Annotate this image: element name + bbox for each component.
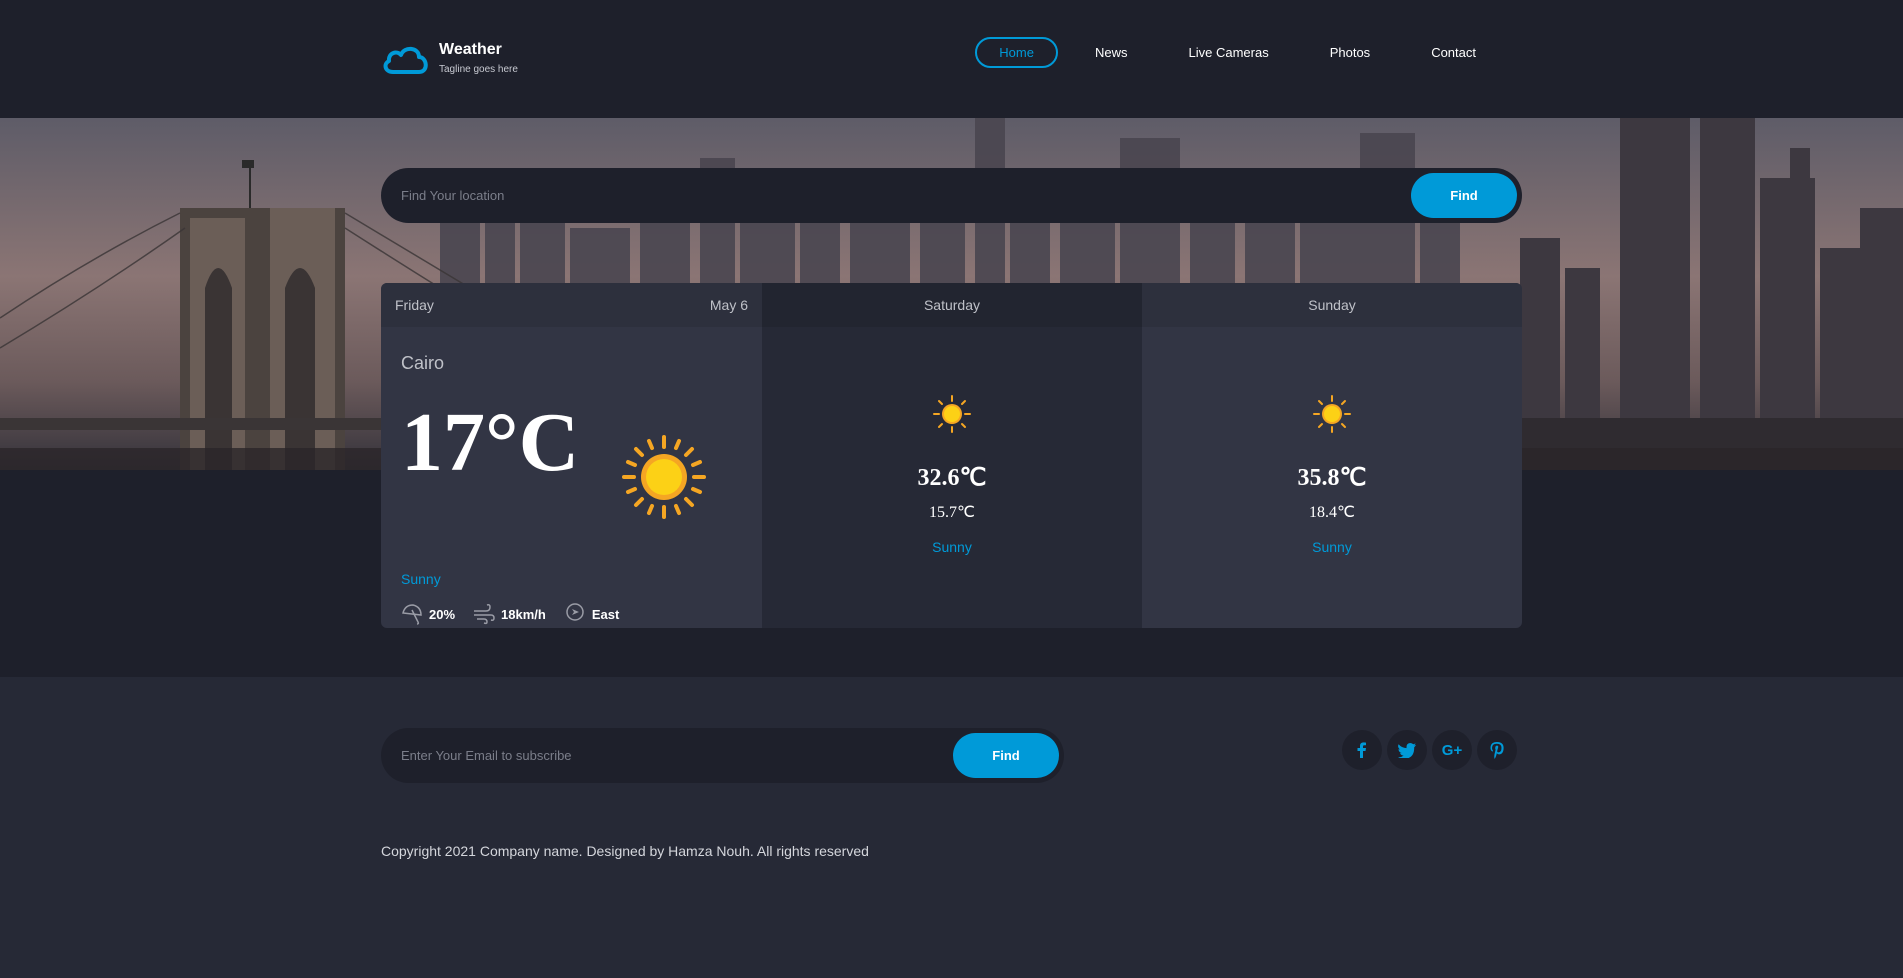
current-temperature: 17°C bbox=[401, 396, 580, 489]
sun-icon bbox=[933, 395, 971, 433]
email-subscribe-input[interactable] bbox=[381, 748, 953, 763]
today-forecast-card: Friday May 6 Cairo 17°C Sunny 20% 18km/h… bbox=[381, 283, 762, 628]
sun-icon bbox=[1313, 395, 1351, 433]
sunday-max-temp: 35.8℃ bbox=[1297, 465, 1367, 491]
today-condition: Sunny bbox=[401, 571, 441, 587]
subscribe-button[interactable]: Find bbox=[953, 733, 1059, 778]
facebook-icon[interactable] bbox=[1342, 730, 1382, 770]
today-day: Friday bbox=[395, 297, 434, 313]
rain-value: 20% bbox=[429, 606, 456, 622]
google-plus-icon[interactable]: G+ bbox=[1432, 730, 1472, 770]
direction-stat: East bbox=[564, 603, 619, 625]
saturday-condition: Sunny bbox=[932, 539, 972, 555]
wind-value: 18km/h bbox=[501, 606, 546, 622]
saturday-header: Saturday bbox=[762, 283, 1142, 327]
wind-stat: 18km/h bbox=[473, 603, 546, 625]
nav-item-photos[interactable]: Photos bbox=[1306, 37, 1394, 68]
city-name: Cairo bbox=[401, 353, 445, 373]
subscribe-bar: Find bbox=[381, 728, 1064, 783]
copyright-text: Copyright 2021 Company name. Designed by… bbox=[381, 843, 869, 859]
weather-stats: 20% 18km/h East bbox=[401, 603, 637, 625]
rain-stat: 20% bbox=[401, 603, 455, 625]
direction-value: East bbox=[591, 606, 620, 622]
sunday-header: Sunday bbox=[1142, 283, 1522, 327]
nav-item-contact[interactable]: Contact bbox=[1407, 37, 1500, 68]
forecast-panel: Friday May 6 Cairo 17°C Sunny 20% 18km/h… bbox=[381, 283, 1522, 628]
nav-item-news[interactable]: News bbox=[1071, 37, 1152, 68]
brand-title: Weather bbox=[439, 41, 502, 58]
today-date: May 6 bbox=[709, 297, 748, 313]
nav-item-home[interactable]: Home bbox=[975, 37, 1058, 68]
sunday-min-temp: 18.4℃ bbox=[1309, 504, 1355, 521]
sun-icon bbox=[622, 435, 706, 519]
nav-item-live-cameras[interactable]: Live Cameras bbox=[1165, 37, 1293, 68]
saturday-min-temp: 15.7℃ bbox=[929, 504, 975, 521]
twitter-icon[interactable] bbox=[1387, 730, 1427, 770]
brand-tagline: Tagline goes here bbox=[439, 64, 518, 75]
location-search-bar: Find bbox=[381, 168, 1522, 223]
umbrella-icon bbox=[402, 604, 422, 625]
main-nav: Home News Live Cameras Photos Contact bbox=[962, 37, 1500, 68]
saturday-forecast-card: Saturday 32.6℃ 15.7℃ Sunny bbox=[762, 283, 1142, 628]
site-footer: Find G+ Copyright 2021 Company name. Des… bbox=[0, 677, 1903, 978]
location-search-input[interactable] bbox=[381, 188, 1411, 203]
site-header: Weather Tagline goes here Home News Live… bbox=[0, 0, 1903, 118]
cloud-icon bbox=[383, 46, 428, 74]
find-location-button[interactable]: Find bbox=[1411, 173, 1517, 218]
compass-icon bbox=[566, 603, 584, 621]
brand-logo[interactable]: Weather Tagline goes here bbox=[381, 40, 518, 78]
sunday-condition: Sunny bbox=[1312, 539, 1352, 555]
today-header: Friday May 6 bbox=[381, 283, 762, 327]
pinterest-icon[interactable] bbox=[1477, 730, 1517, 770]
wind-icon bbox=[474, 604, 495, 625]
social-links: G+ bbox=[1342, 730, 1522, 770]
saturday-max-temp: 32.6℃ bbox=[917, 465, 987, 491]
sunday-forecast-card: Sunday 35.8℃ 18.4℃ Sunny bbox=[1142, 283, 1522, 628]
